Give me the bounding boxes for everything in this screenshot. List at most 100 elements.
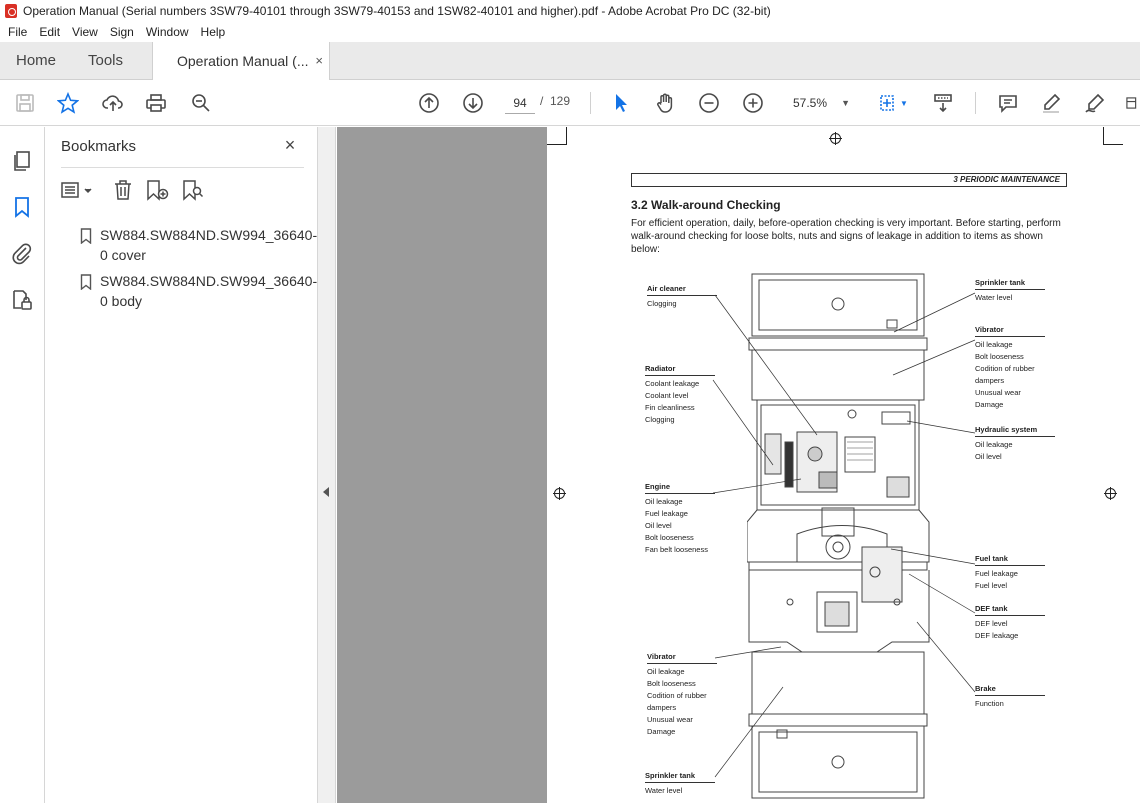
callout-radiator-item: Coolant leakage <box>645 379 700 388</box>
callout-sprinkler-front: Sprinkler tank Water level <box>975 277 1045 304</box>
callout-fuel-tank: Fuel tank Fuel leakage Fuel level <box>975 553 1045 592</box>
previous-page-icon[interactable] <box>416 90 442 116</box>
callout-vibrator-front-item: Codition of rubber <box>975 364 1035 373</box>
cloud-upload-icon[interactable] <box>100 90 126 116</box>
panel-splitter[interactable] <box>318 127 336 803</box>
page-separator: / <box>540 94 544 108</box>
callout-radiator: Radiator Coolant leakage Coolant level F… <box>645 363 715 426</box>
callout-leader-lines <box>712 292 976 778</box>
bookmark-flag-icon <box>80 228 92 244</box>
callout-radiator-title: Radiator <box>645 363 715 376</box>
page-total: 129 <box>550 94 571 108</box>
bookmarks-panel-icon[interactable] <box>10 195 34 219</box>
callout-def-tank-item: DEF leakage <box>975 631 1019 640</box>
bookmarks-panel: Bookmarks × SW884.SW884ND.SW994_36640-0 … <box>46 127 318 803</box>
callout-vibrator-front-item: Bolt looseness <box>975 352 1024 361</box>
tab-close-icon[interactable]: × <box>315 42 323 80</box>
menu-bar: File Edit View Sign Window Help <box>0 22 1140 42</box>
page-thumbnails-icon[interactable] <box>10 149 34 173</box>
callout-air-cleaner: Air cleaner Clogging <box>647 283 717 310</box>
bookmark-item-body[interactable]: SW884.SW884ND.SW994_36640-0 body <box>100 271 317 311</box>
highlight-pen-icon[interactable] <box>1038 90 1064 116</box>
callout-sprinkler-front-title: Sprinkler tank <box>975 277 1045 290</box>
main-toolbar: 94 / 129 57.5% ▼ ▼ <box>0 80 1140 126</box>
bookmarks-divider <box>61 167 304 168</box>
menu-edit[interactable]: Edit <box>33 25 66 39</box>
menu-file[interactable]: File <box>2 25 33 39</box>
callout-vibrator-front-item: dampers <box>975 376 1005 385</box>
hand-tool-icon[interactable] <box>652 90 678 116</box>
document-viewer[interactable]: 3 PERIODIC MAINTENANCE 3.2 Walk-around C… <box>337 127 1140 803</box>
title-bar: Operation Manual (Serial numbers 3SW79-4… <box>0 0 1140 22</box>
callout-engine-item: Bolt looseness <box>645 533 694 542</box>
callout-engine-item: Fan belt looseness <box>645 545 708 554</box>
callout-fuel-tank-item: Fuel level <box>975 581 1008 590</box>
navigation-rail <box>0 127 45 803</box>
callout-vibrator-front-title: Vibrator <box>975 324 1045 337</box>
new-bookmark-icon[interactable] <box>145 179 169 201</box>
callout-engine-item: Fuel leakage <box>645 509 688 518</box>
zoom-level-value: 57.5% <box>793 96 828 110</box>
menu-view[interactable]: View <box>66 25 104 39</box>
tab-bar: Home Tools Operation Manual (... × <box>0 42 1140 81</box>
bookmark-options-icon[interactable] <box>61 179 95 201</box>
callout-radiator-item: Fin cleanliness <box>645 403 695 412</box>
callout-vibrator-front: Vibrator Oil leakage Bolt looseness Codi… <box>975 324 1045 411</box>
zoom-search-icon[interactable] <box>188 90 214 116</box>
callout-engine-item: Oil level <box>645 521 672 530</box>
find-bookmark-icon[interactable] <box>181 179 205 201</box>
zoom-out-icon[interactable] <box>696 90 722 116</box>
toolbar-divider <box>590 92 591 114</box>
tab-document-label: Operation Manual (... <box>177 53 309 69</box>
bookmark-item-cover[interactable]: SW884.SW884ND.SW994_36640-0 cover <box>100 225 317 265</box>
sign-pen-icon[interactable] <box>1082 90 1108 116</box>
callout-sprinkler-front-item: Water level <box>975 293 1013 302</box>
callout-hydraulic-item: Oil leakage <box>975 440 1013 449</box>
collapse-arrow-icon[interactable] <box>323 487 329 497</box>
star-bookmark-icon[interactable] <box>55 90 81 116</box>
attachments-paperclip-icon[interactable] <box>10 241 34 265</box>
comment-icon[interactable] <box>995 90 1021 116</box>
delete-bookmark-icon[interactable] <box>112 179 134 201</box>
print-icon[interactable] <box>143 90 169 116</box>
tab-home[interactable]: Home <box>16 42 56 80</box>
callout-radiator-item: Coolant level <box>645 391 689 400</box>
menu-window[interactable]: Window <box>140 25 195 39</box>
callout-fuel-tank-item: Fuel leakage <box>975 569 1018 578</box>
callout-vibrator-rear-item: dampers <box>647 703 677 712</box>
select-cursor-icon[interactable] <box>608 90 634 116</box>
callout-engine-item: Oil leakage <box>645 497 683 506</box>
callout-radiator-item: Clogging <box>645 415 675 424</box>
menu-help[interactable]: Help <box>195 25 232 39</box>
callout-engine: Engine Oil leakage Fuel leakage Oil leve… <box>645 481 715 556</box>
callout-air-cleaner-title: Air cleaner <box>647 283 717 296</box>
menu-sign[interactable]: Sign <box>104 25 140 39</box>
callout-hydraulic-system: Hydraulic system Oil leakage Oil level <box>975 424 1055 463</box>
callout-fuel-tank-title: Fuel tank <box>975 553 1045 566</box>
bookmark-flag-icon <box>80 274 92 290</box>
callout-brake-title: Brake <box>975 683 1045 696</box>
callout-vibrator-rear-item: Damage <box>647 727 676 736</box>
callout-vibrator-rear-title: Vibrator <box>647 651 717 664</box>
toolbar-divider <box>975 92 976 114</box>
callout-def-tank: DEF tank DEF level DEF leakage <box>975 603 1045 642</box>
callout-engine-title: Engine <box>645 481 715 494</box>
callout-vibrator-rear-item: Unusual wear <box>647 715 693 724</box>
pdf-page: 3 PERIODIC MAINTENANCE 3.2 Walk-around C… <box>547 127 1140 803</box>
zoom-in-icon[interactable] <box>740 90 766 116</box>
callout-brake: Brake Function <box>975 683 1045 710</box>
tab-tools[interactable]: Tools <box>88 42 123 80</box>
more-tools-icon[interactable] <box>1124 90 1140 116</box>
page-number-input[interactable]: 94 <box>505 92 535 114</box>
callout-def-tank-item: DEF level <box>975 619 1008 628</box>
save-icon[interactable] <box>12 90 38 116</box>
close-panel-icon[interactable]: × <box>280 135 300 155</box>
callout-vibrator-front-item: Oil leakage <box>975 340 1013 349</box>
zoom-level-dropdown[interactable]: 57.5% ▼ <box>786 92 854 114</box>
scroll-mode-icon[interactable] <box>930 90 956 116</box>
tab-document[interactable]: Operation Manual (... × <box>152 42 330 81</box>
next-page-icon[interactable] <box>460 90 486 116</box>
fit-page-chevron-icon[interactable]: ▼ <box>898 90 910 116</box>
window-title: Operation Manual (Serial numbers 3SW79-4… <box>23 4 771 18</box>
document-security-icon[interactable] <box>10 288 34 312</box>
